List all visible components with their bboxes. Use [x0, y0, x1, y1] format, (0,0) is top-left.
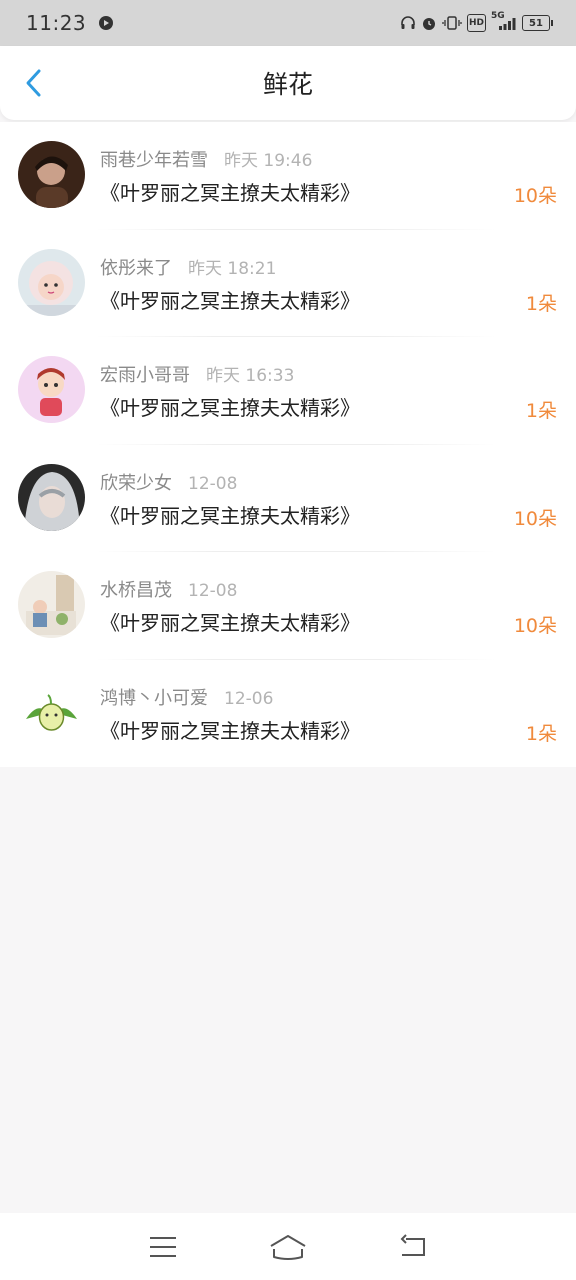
- flower-count: 10朵: [513, 507, 557, 530]
- list-item[interactable]: 依彤来了 昨天 18:21 《叶罗丽之冥主撩夫太精彩》 1朵: [0, 230, 576, 337]
- list-item[interactable]: 水桥昌茂 12-08 《叶罗丽之冥主撩夫太精彩》 10朵: [0, 552, 576, 660]
- book-title: 《叶罗丽之冥主撩夫太精彩》: [100, 503, 360, 528]
- user-name: 依彤来了: [100, 257, 172, 279]
- system-nav-bar: [0, 1213, 576, 1280]
- list-item[interactable]: 雨巷少年若雪 昨天 19:46 《叶罗丽之冥主撩夫太精彩》 10朵: [0, 122, 576, 230]
- list-item[interactable]: 鸿博丶小可爱 12-06 《叶罗丽之冥主撩夫太精彩》 1朵: [0, 660, 576, 768]
- record-icon: [98, 14, 114, 32]
- user-name: 宏雨小哥哥: [100, 365, 190, 386]
- headphones-icon: [400, 14, 416, 32]
- avatar[interactable]: [18, 356, 85, 423]
- avatar[interactable]: [18, 248, 85, 316]
- menu-icon: [149, 1236, 176, 1257]
- list-item[interactable]: 宏雨小哥哥 昨天 16:33 《叶罗丽之冥主撩夫太精彩》 1朵: [0, 337, 576, 445]
- list-item[interactable]: 欣荣少女 12-08 《叶罗丽之冥主撩夫太精彩》 10朵: [0, 445, 576, 552]
- avatar[interactable]: [18, 141, 85, 208]
- flower-count: 1朵: [525, 292, 557, 315]
- book-title: 《叶罗丽之冥主撩夫太精彩》: [100, 396, 360, 420]
- avatar[interactable]: [18, 678, 85, 746]
- chevron-left-icon: [26, 69, 41, 97]
- timestamp: 昨天 18:21: [188, 258, 277, 279]
- user-name: 欣荣少女: [100, 472, 172, 494]
- book-title: 《叶罗丽之冥主撩夫太精彩》: [100, 611, 360, 635]
- book-title: 《叶罗丽之冥主撩夫太精彩》: [100, 181, 360, 205]
- signal-icon: 5G: [491, 11, 517, 32]
- flower-list: 雨巷少年若雪 昨天 19:46 《叶罗丽之冥主撩夫太精彩》 10朵 依彤来了 昨…: [0, 122, 576, 767]
- flower-count: 1朵: [525, 722, 557, 745]
- home-button[interactable]: [268, 1227, 308, 1267]
- timestamp: 12-08: [188, 581, 238, 601]
- return-icon: [400, 1233, 426, 1256]
- alarm-icon: [421, 14, 437, 32]
- avatar[interactable]: [18, 463, 85, 531]
- vibrate-icon: [442, 14, 462, 32]
- timestamp: 12-06: [224, 688, 274, 709]
- flower-count: 10朵: [513, 615, 557, 637]
- status-time: 11:23: [26, 11, 87, 35]
- flower-count: 10朵: [513, 185, 557, 207]
- user-name: 雨巷少年若雪: [100, 150, 208, 171]
- network-label: 5G: [491, 11, 505, 21]
- menu-button[interactable]: [143, 1227, 183, 1267]
- hd-badge: HD: [466, 14, 486, 32]
- avatar[interactable]: [18, 571, 85, 638]
- book-title: 《叶罗丽之冥主撩夫太精彩》: [100, 288, 360, 313]
- user-name: 水桥昌茂: [100, 580, 172, 601]
- nav-bar: 鲜花: [0, 46, 576, 120]
- flower-count: 1朵: [525, 400, 557, 422]
- user-name: 鸿博丶小可爱: [100, 687, 208, 709]
- timestamp: 12-08: [188, 473, 238, 494]
- book-title: 《叶罗丽之冥主撩夫太精彩》: [100, 718, 360, 743]
- timestamp: 昨天 16:33: [206, 366, 295, 386]
- back-button[interactable]: [18, 68, 48, 98]
- status-bar: 11:23 HD 5G 51: [0, 0, 576, 46]
- page-title: 鲜花: [262, 70, 313, 99]
- home-icon: [270, 1234, 306, 1260]
- back-nav-button[interactable]: [393, 1227, 433, 1267]
- battery-icon: 51: [522, 15, 553, 31]
- timestamp: 昨天 19:46: [224, 151, 313, 171]
